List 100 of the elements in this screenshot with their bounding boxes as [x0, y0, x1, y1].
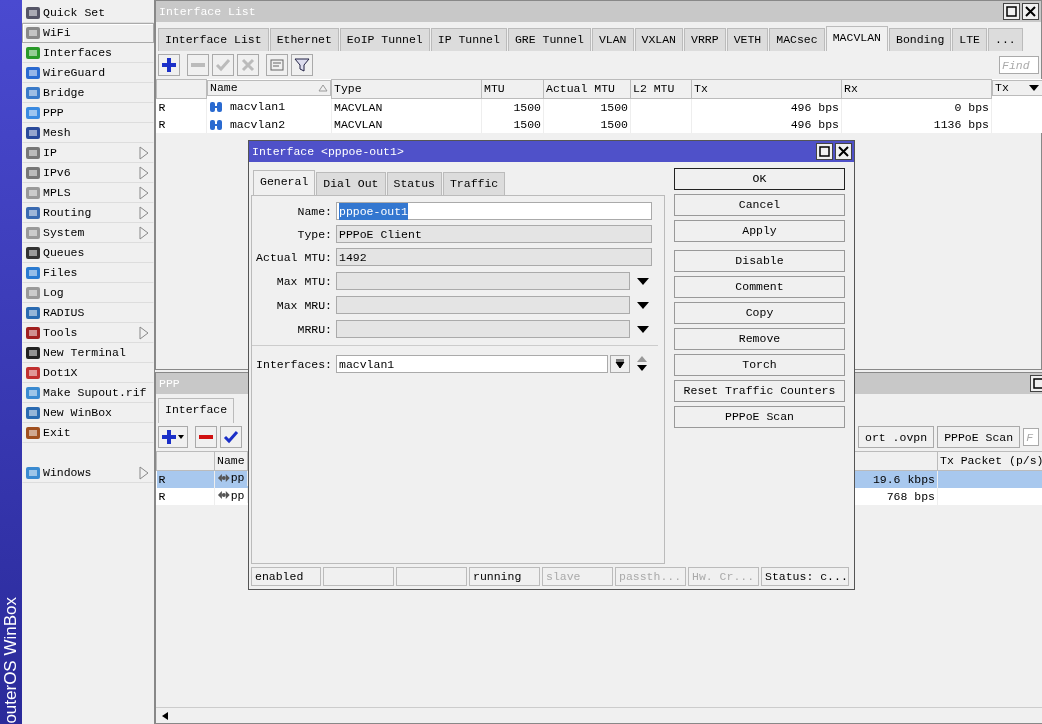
menu-item-icon — [25, 5, 41, 21]
tab[interactable]: LTE — [952, 28, 987, 52]
tab[interactable]: VLAN — [591, 28, 634, 52]
input-field[interactable] — [336, 272, 630, 291]
menu-item[interactable]: Files — [22, 263, 154, 283]
input-field[interactable]: macvlan1 — [336, 355, 608, 374]
dropdown-button[interactable] — [610, 355, 630, 374]
filter-icon — [294, 57, 310, 74]
tab[interactable]: ... — [988, 28, 1023, 52]
menu-item[interactable]: Exit — [22, 423, 154, 443]
dialog-button[interactable]: Torch — [674, 354, 845, 376]
tab[interactable]: MACsec — [769, 28, 825, 52]
tab[interactable]: Interface List — [158, 28, 269, 52]
column-header[interactable]: Actual MTU — [543, 79, 631, 98]
toolbar-button[interactable] — [220, 426, 242, 449]
menu-item[interactable]: Tools — [22, 323, 154, 343]
maximize-button[interactable] — [816, 143, 833, 160]
tab[interactable]: VXLAN — [634, 28, 684, 52]
menu-item[interactable]: Log — [22, 283, 154, 303]
dialog-button[interactable]: Comment — [674, 276, 845, 298]
column-header[interactable]: Tx — [992, 79, 1042, 96]
menu-item[interactable]: Queues — [22, 243, 154, 263]
table-cell: R — [156, 470, 215, 488]
column-header[interactable]: Tx Packet (p/s) — [937, 451, 1042, 470]
menu-item[interactable]: PPP — [22, 103, 154, 123]
menu-item[interactable]: System — [22, 223, 154, 243]
dialog-button[interactable]: PPPoE Scan — [674, 406, 845, 428]
interface-name: pp — [230, 470, 245, 486]
column-header[interactable]: MTU — [481, 79, 544, 98]
tab[interactable]: Interface — [158, 398, 235, 424]
tab[interactable]: Status — [386, 172, 442, 196]
close-icon — [1025, 6, 1036, 17]
menu-item[interactable]: WireGuard — [22, 63, 154, 83]
input-field[interactable] — [336, 320, 630, 339]
menu-item[interactable]: New WinBox — [22, 403, 154, 423]
status-cell: Status: c... — [761, 567, 849, 586]
column-header[interactable]: Rx — [841, 79, 992, 98]
input-field[interactable]: PPPoE Client — [336, 225, 652, 244]
menu-item-icon — [25, 145, 41, 161]
tab[interactable]: IP Tunnel — [430, 28, 507, 52]
column-header[interactable]: Type — [331, 79, 482, 98]
menu-item[interactable]: Make Supout.rif — [22, 383, 154, 403]
column-header[interactable]: Name — [214, 451, 248, 470]
tab[interactable]: Dial Out — [316, 172, 386, 196]
menu-item[interactable]: Interfaces — [22, 43, 154, 63]
dialog-button[interactable]: Apply — [674, 220, 845, 242]
close-button[interactable] — [1022, 3, 1039, 20]
menu-item-icon — [25, 285, 41, 301]
menu-item[interactable]: Mesh — [22, 123, 154, 143]
submenu-arrow-icon — [139, 186, 149, 200]
tab[interactable]: General — [253, 170, 316, 196]
menu-item-icon — [25, 345, 41, 361]
tab[interactable]: VETH — [726, 28, 769, 52]
toolbar-button[interactable] — [158, 54, 180, 77]
dialog-button[interactable]: Reset Traffic Counters — [674, 380, 845, 402]
toolbar-button[interactable]: PPPoE Scan — [937, 426, 1021, 449]
input-field[interactable]: pppoe-out1 — [336, 202, 652, 221]
tab[interactable]: Bonding — [889, 28, 952, 52]
column-header[interactable]: Name — [207, 79, 331, 96]
menu-item[interactable]: Routing — [22, 203, 154, 223]
tab[interactable]: Traffic — [442, 172, 506, 196]
menu-item-icon — [25, 405, 41, 421]
tab[interactable]: VRRP — [684, 28, 726, 52]
toolbar-button[interactable] — [158, 426, 188, 449]
dialog-button[interactable]: Cancel — [674, 194, 845, 216]
tab[interactable]: EoIP Tunnel — [339, 28, 430, 52]
tab[interactable]: GRE Tunnel — [507, 28, 591, 52]
interface-icon — [209, 101, 223, 114]
menu-item[interactable]: Dot1X — [22, 363, 154, 383]
input-field[interactable] — [336, 296, 630, 315]
menu-item[interactable]: Windows — [22, 463, 154, 483]
toolbar-button[interactable] — [195, 426, 217, 449]
menu-item[interactable]: Quick Set — [22, 3, 154, 23]
field-label: Actual MTU: — [255, 249, 333, 266]
menu-item[interactable]: IP — [22, 143, 154, 163]
menu-item-icon — [25, 465, 41, 481]
tab[interactable]: Ethernet — [269, 28, 339, 52]
menu-item[interactable]: Bridge — [22, 83, 154, 103]
dropdown-arrow-icon — [636, 300, 650, 311]
menu-item[interactable]: New Terminal — [22, 343, 154, 363]
close-button[interactable] — [835, 143, 852, 160]
input-field[interactable]: 1492 — [336, 248, 652, 267]
column-header[interactable]: L2 MTU — [630, 79, 692, 98]
tab[interactable]: MACVLAN — [825, 26, 888, 52]
dialog-button[interactable]: Remove — [674, 328, 845, 350]
status-cell — [396, 567, 467, 586]
menu-item[interactable]: RADIUS — [22, 303, 154, 323]
maximize-button[interactable] — [1003, 3, 1020, 20]
dialog-button[interactable]: Copy — [674, 302, 845, 324]
menu-item[interactable]: IPv6 — [22, 163, 154, 183]
dialog-button[interactable]: OK — [674, 168, 845, 190]
find-field[interactable]: Find — [999, 56, 1039, 75]
dialog-button[interactable]: Disable — [674, 250, 845, 272]
menu-item[interactable]: WiFi — [22, 23, 154, 43]
toolbar-button[interactable]: ort .ovpn — [858, 426, 935, 449]
menu-item[interactable]: MPLS — [22, 183, 154, 203]
find-field[interactable]: F — [1023, 428, 1040, 447]
toolbar-button[interactable] — [291, 54, 313, 77]
maximize-button[interactable] — [1030, 375, 1042, 392]
column-header[interactable]: Tx — [691, 79, 842, 98]
